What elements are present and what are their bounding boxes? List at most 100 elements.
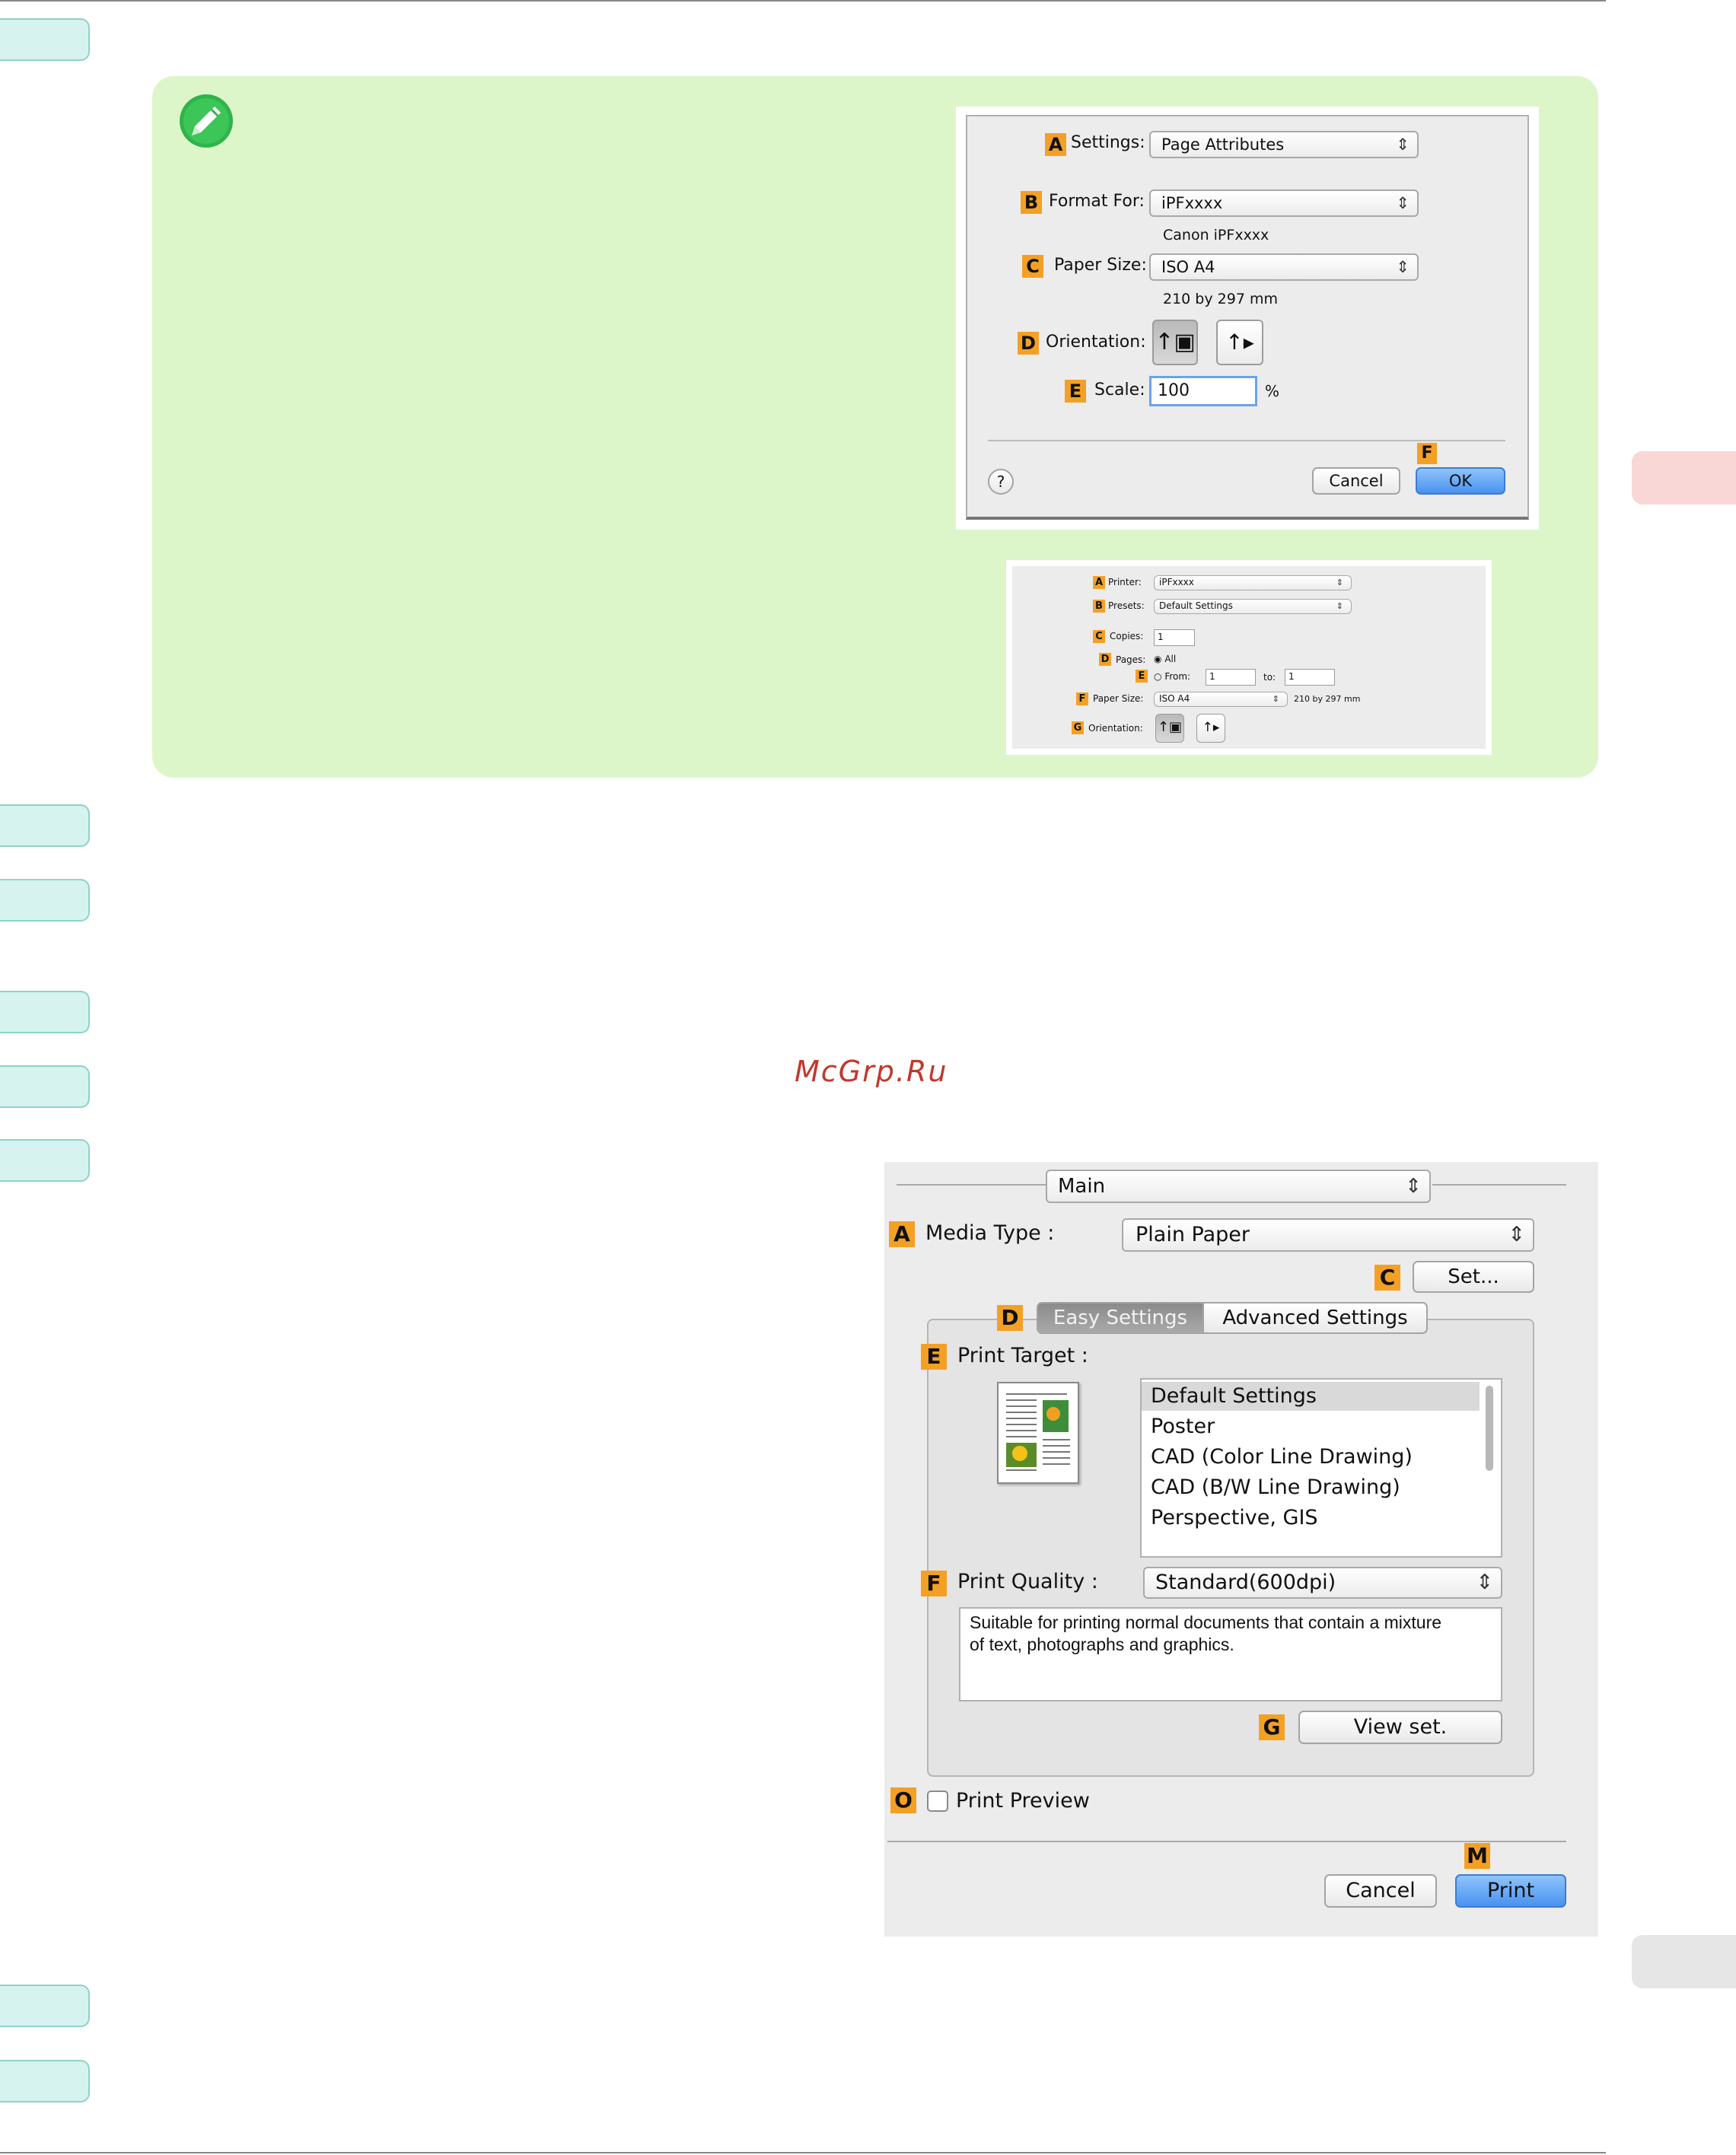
dialog-separator [988, 440, 1505, 441]
help-button[interactable]: ? [988, 469, 1014, 495]
landscape-orientation-button[interactable]: ↑▸ [1216, 320, 1263, 365]
tab-easy-settings[interactable]: Easy Settings [1037, 1302, 1204, 1334]
presets-label: Presets: [1108, 600, 1145, 611]
callout-letter: C [1093, 630, 1105, 643]
media-type-popup[interactable]: Plain Paper ⇕ [1122, 1218, 1534, 1252]
quality-description-box: Suitable for printing normal documents t… [959, 1607, 1502, 1701]
list-item[interactable]: CAD (B/W Line Drawing) [1142, 1473, 1400, 1502]
from-label: From: [1164, 671, 1191, 682]
list-item[interactable]: Poster [1142, 1412, 1215, 1441]
top-rule [0, 0, 1606, 2]
panel-top-line-right [1432, 1184, 1566, 1186]
print-quality-label: Print Quality : [957, 1570, 1098, 1593]
portrait-icon: ↑▣ [1155, 329, 1196, 355]
scale-input[interactable]: 100 [1149, 376, 1257, 406]
popup-arrows-icon: ⇕ [1396, 258, 1410, 276]
paper-size-value: ISO A4 [1161, 258, 1215, 276]
panel-top-line-left [897, 1184, 1046, 1186]
callout-letter: F [1417, 443, 1437, 464]
side-index-tab [1632, 1935, 1736, 1988]
ok-button[interactable]: OK [1416, 467, 1505, 495]
copies-input[interactable]: 1 [1154, 629, 1195, 646]
to-input[interactable]: 1 [1285, 669, 1335, 686]
portrait-icon: ↑▣ [1157, 719, 1183, 735]
step-tab [0, 991, 90, 1033]
scale-unit: % [1265, 382, 1280, 400]
print-quality-popup[interactable]: Standard(600dpi) ⇕ [1143, 1567, 1502, 1599]
step-tab [0, 1139, 90, 1182]
list-item[interactable]: Perspective, GIS [1142, 1504, 1318, 1533]
media-set-button[interactable]: Set... [1413, 1261, 1534, 1293]
panel-bottom-separator [887, 1841, 1566, 1842]
settings-value: Page Attributes [1161, 135, 1285, 154]
callout-letter: F [921, 1571, 947, 1596]
format-for-popup[interactable]: iPFxxxx ⇕ [1149, 189, 1419, 217]
cancel-button[interactable]: Cancel [1324, 1874, 1437, 1908]
tab-advanced-settings[interactable]: Advanced Settings [1202, 1302, 1428, 1334]
callout-letter: E [1065, 380, 1086, 403]
printer-popup[interactable]: iPFxxxx ⇕ [1154, 575, 1352, 590]
callout-letter: E [921, 1344, 947, 1370]
popup-arrows-icon: ⇕ [1508, 1223, 1525, 1246]
format-for-label: Format For: [1049, 192, 1145, 211]
from-input[interactable]: 1 [1206, 669, 1256, 686]
landscape-icon: ↑▸ [1225, 329, 1254, 355]
media-type-label: Media Type : [925, 1221, 1055, 1245]
paper-size-label-small: Paper Size: [1093, 693, 1144, 704]
paper-size-popup[interactable]: ISO A4 ⇕ [1149, 253, 1419, 281]
print-preview-checkbox[interactable] [927, 1791, 948, 1812]
orientation-label-small: Orientation: [1088, 723, 1143, 734]
page-setup-dialog [956, 107, 1539, 530]
side-chapter-tab [1632, 451, 1736, 505]
popup-arrows-icon: ⇕ [1476, 1571, 1493, 1594]
list-scrollbar[interactable] [1486, 1386, 1493, 1471]
view-settings-button[interactable]: View set. [1298, 1711, 1502, 1744]
radio-unselected-icon: ○ [1154, 671, 1162, 682]
callout-letter: F [1076, 692, 1088, 705]
paper-size-subtext-small: 210 by 297 mm [1294, 694, 1361, 704]
callout-letter: B [1021, 191, 1042, 214]
radio-selected-icon: ◉ [1154, 654, 1162, 664]
settings-label: Settings: [1071, 133, 1145, 152]
callout-letter: E [1136, 670, 1148, 683]
panel-popup[interactable]: Main ⇕ [1046, 1170, 1431, 1203]
pages-all-label: All [1164, 654, 1177, 664]
callout-letter: D [1018, 332, 1039, 355]
list-item-selected[interactable]: Default Settings [1142, 1382, 1480, 1411]
settings-popup[interactable]: Page Attributes ⇕ [1149, 131, 1419, 158]
list-item[interactable]: CAD (Color Line Drawing) [1142, 1443, 1413, 1472]
copies-label: Copies: [1110, 631, 1144, 641]
pages-label: Pages: [1116, 654, 1146, 665]
presets-popup[interactable]: Default Settings ⇕ [1154, 599, 1352, 614]
scale-label: Scale: [1094, 380, 1145, 399]
print-target-label: Print Target : [957, 1344, 1088, 1367]
callout-letter: O [890, 1787, 916, 1813]
printer-label: Printer: [1108, 577, 1142, 587]
paper-size-subtext: 210 by 297 mm [1163, 291, 1278, 307]
callout-letter: C [1374, 1265, 1400, 1291]
landscape-orientation-button-small[interactable]: ↑▸ [1196, 714, 1225, 743]
pages-from-radio[interactable]: ○ From: [1154, 671, 1190, 682]
print-preview-label: Print Preview [956, 1789, 1090, 1813]
portrait-orientation-button-small[interactable]: ↑▣ [1155, 714, 1184, 743]
print-target-list[interactable]: Default Settings Poster CAD (Color Line … [1140, 1378, 1502, 1558]
paper-size-label: Paper Size: [1054, 256, 1147, 275]
orientation-label: Orientation: [1046, 333, 1146, 352]
portrait-orientation-button[interactable]: ↑▣ [1152, 320, 1198, 365]
step-tab [0, 1985, 90, 2027]
print-quality-value: Standard(600dpi) [1155, 1571, 1336, 1594]
cancel-button[interactable]: Cancel [1312, 467, 1400, 495]
format-for-subtext: Canon iPFxxxx [1163, 227, 1269, 244]
printer-value: iPFxxxx [1159, 577, 1194, 587]
popup-arrows-icon: ⇕ [1405, 1175, 1422, 1198]
print-button[interactable]: Print [1455, 1874, 1566, 1908]
paper-size-popup-small[interactable]: ISO A4 ⇕ [1154, 692, 1288, 707]
bottom-rule [0, 2152, 1606, 2153]
callout-letter: A [889, 1221, 915, 1247]
callout-letter: G [1072, 721, 1084, 734]
popup-arrows-icon: ⇕ [1396, 194, 1410, 212]
format-for-value: iPFxxxx [1161, 194, 1223, 212]
landscape-icon: ↑▸ [1202, 720, 1220, 735]
pages-all-radio[interactable]: ◉ All [1154, 654, 1176, 664]
paper-size-value-small: ISO A4 [1159, 693, 1190, 704]
